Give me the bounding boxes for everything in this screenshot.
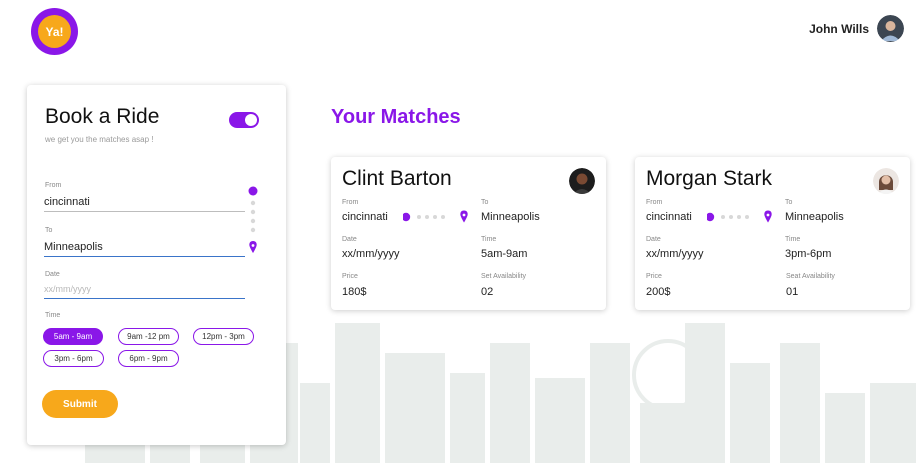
to-value: Minneapolis [481,211,540,223]
from-label: From [342,199,359,206]
to-value: Minneapolis [785,211,844,223]
date-value: xx/mm/yyyy [646,248,704,260]
price-value: 180$ [342,286,367,298]
match-card[interactable]: Morgan Stark From cincinnati To Minneapo… [635,157,910,310]
time-value: 5am-9am [481,248,528,260]
from-label: From [45,182,62,189]
time-slot-chip[interactable]: 9am -12 pm [118,328,179,345]
avatar-icon [569,168,595,194]
book-ride-subtitle: we get you the matches asap ! [45,135,154,144]
time-slot-chip[interactable]: 5am - 9am [43,328,103,345]
time-value: 3pm-6pm [785,248,832,260]
time-slot-chip[interactable]: 12pm - 3pm [193,328,254,345]
route-indicator [707,210,772,223]
date-value: xx/mm/yyyy [342,248,400,260]
match-name: Clint Barton [342,167,452,190]
from-input[interactable] [44,195,245,212]
from-value: cincinnati [342,211,388,223]
to-label: To [45,227,53,234]
logo-text: Ya! [38,15,71,48]
from-label: From [646,199,663,206]
toggle-knob [245,114,257,126]
route-indicator-vertical [248,186,258,253]
app-logo[interactable]: Ya! [31,8,78,55]
route-indicator [403,210,468,223]
avatar-icon[interactable] [877,15,904,42]
ride-toggle[interactable] [229,112,259,128]
matches-title: Your Matches [331,106,461,128]
time-slot-chip[interactable]: 3pm - 6pm [43,350,104,367]
time-slot-chip[interactable]: 6pm - 9pm [118,350,179,367]
book-ride-title: Book a Ride [45,105,160,128]
seats-label: Set Availability [481,273,527,280]
book-ride-card: Book a Ride we get you the matches asap … [27,85,286,445]
to-label: To [785,199,793,206]
match-name: Morgan Stark [646,167,773,190]
to-label: To [481,199,489,206]
date-label: Date [646,236,661,243]
date-label: Date [45,271,60,278]
seats-value: 02 [481,286,494,298]
avatar-icon [873,168,899,194]
to-input[interactable] [44,240,245,257]
seats-value: 01 [786,286,799,298]
match-card[interactable]: Clint Barton From cincinnati To Minneapo… [331,157,606,310]
price-label: Price [646,273,662,280]
time-label: Time [45,312,61,319]
date-input[interactable] [44,282,245,299]
seats-label: Seat Availability [786,273,835,280]
time-label: Time [785,236,801,243]
price-value: 200$ [646,286,671,298]
user-name: John Wills [809,21,869,36]
submit-button[interactable]: Submit [42,390,118,418]
from-value: cincinnati [646,211,692,223]
price-label: Price [342,273,358,280]
time-label: Time [481,236,497,243]
date-label: Date [342,236,357,243]
user-menu[interactable]: John Wills [809,15,904,42]
